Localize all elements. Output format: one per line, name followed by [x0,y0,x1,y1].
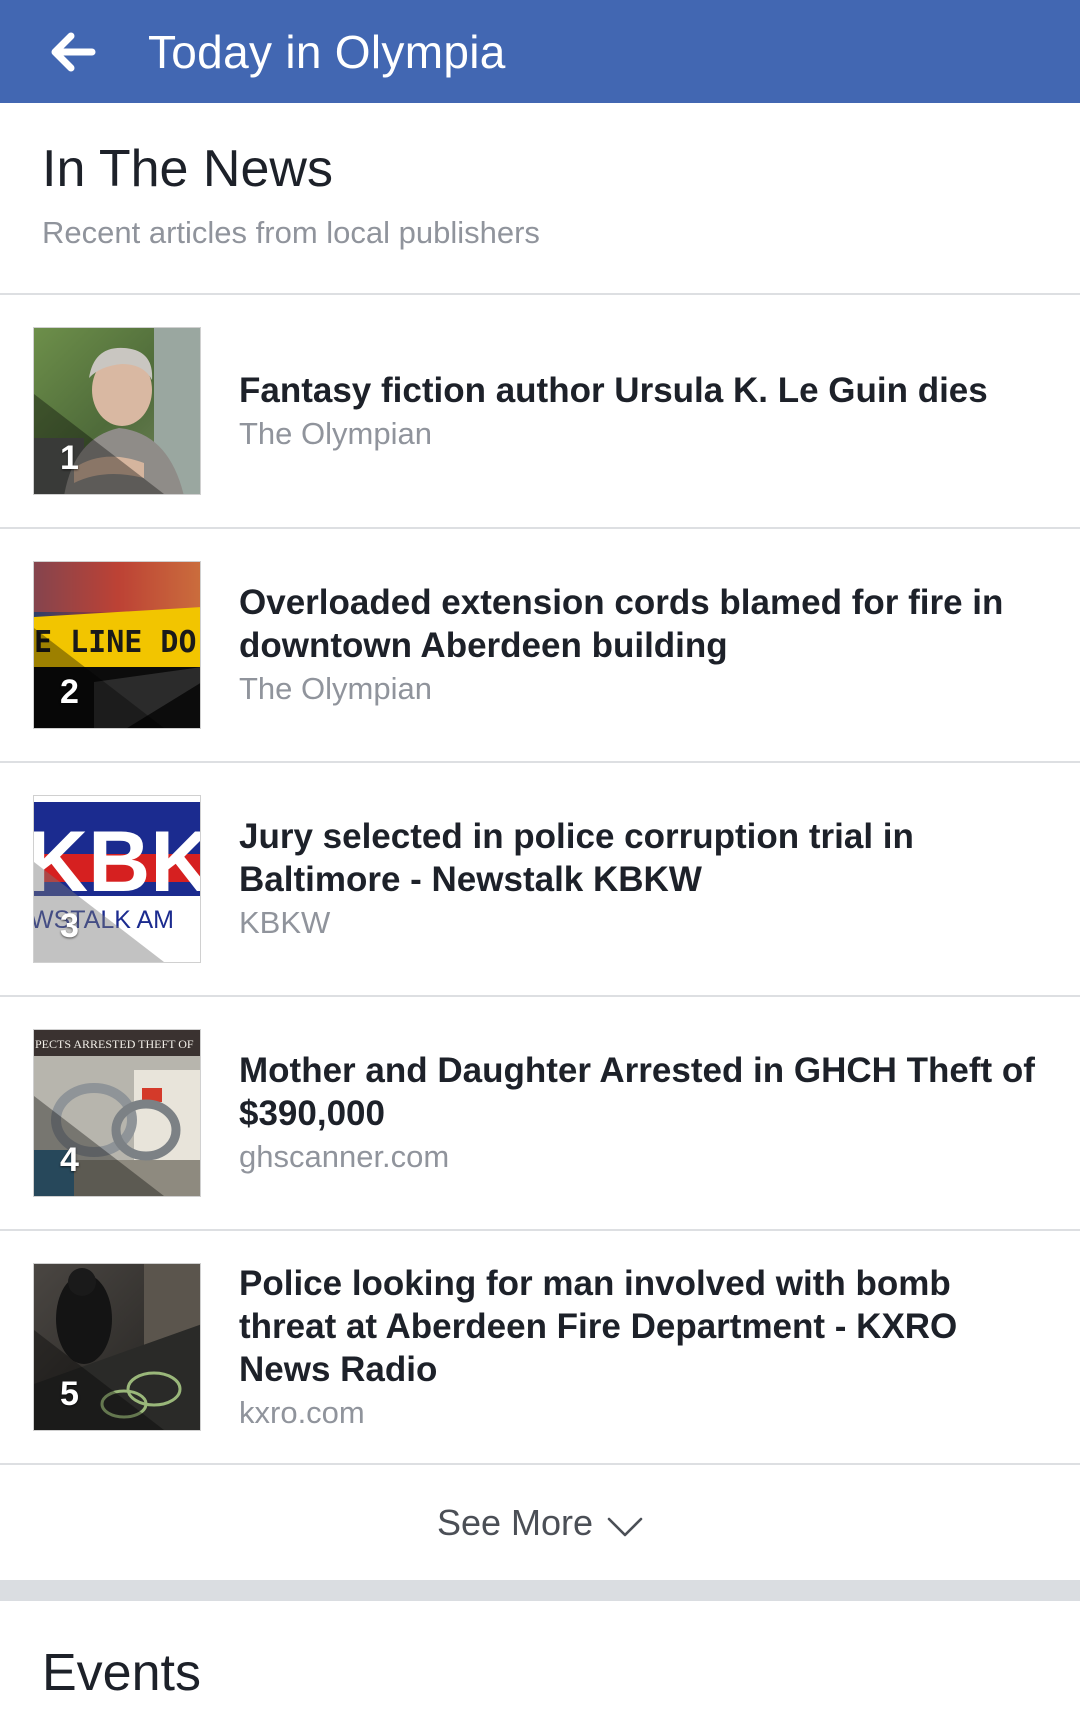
article-item[interactable]: E LINE DO NOT CR 2 Overloaded extension … [0,529,1080,763]
page-title: Today in Olympia [148,25,506,78]
rank-corner [34,394,164,494]
rank-corner [34,628,164,728]
article-title[interactable]: Fantasy fiction author Ursula K. Le Guin… [239,369,1056,412]
article-thumbnail: 5 [33,1263,201,1431]
news-section-header: In The News Recent articles from local p… [0,103,1080,295]
back-button[interactable] [0,0,148,103]
article-thumbnail: E LINE DO NOT CR 2 [33,561,201,729]
section-subtitle: Recent articles from local publishers [42,215,540,250]
article-item[interactable]: PECTS ARRESTED THEFT OF 4 Mother and Dau… [0,997,1080,1231]
article-list: 1 Fantasy fiction author Ursula K. Le Gu… [0,295,1080,1465]
article-item[interactable]: 5 Police looking for man involved with b… [0,1231,1080,1465]
article-text: Jury selected in police corruption trial… [239,763,1056,995]
article-source: The Olympian [239,671,432,706]
article-text: Police looking for man involved with bom… [239,1231,1056,1463]
article-source: KBKW [239,905,331,940]
arrow-left-icon [51,32,96,71]
article-text: Fantasy fiction author Ursula K. Le Guin… [239,295,1056,527]
see-more-button[interactable]: See More [0,1465,1080,1580]
chevron-down-icon [607,1517,643,1536]
events-title: Events [42,1644,201,1702]
article-thumbnail: PECTS ARRESTED THEFT OF 4 [33,1029,201,1197]
top-app-bar: Today in Olympia [0,0,1080,103]
events-section-header: Events [0,1601,1080,1709]
rank-number: 2 [60,673,79,711]
article-item[interactable]: KBKW WSTALK AM 3 Jury selected in police… [0,763,1080,997]
rank-corner [34,1330,164,1430]
article-item[interactable]: 1 Fantasy fiction author Ursula K. Le Gu… [0,295,1080,529]
rank-number: 4 [60,1141,79,1179]
article-title[interactable]: Mother and Daughter Arrested in GHCH The… [239,1049,1056,1135]
rank-corner [34,1096,164,1196]
article-title[interactable]: Police looking for man involved with bom… [239,1262,1056,1391]
article-source: ghscanner.com [239,1139,450,1174]
thumb-banner-text: PECTS ARRESTED THEFT OF [35,1037,194,1051]
article-source: The Olympian [239,415,432,451]
rank-number: 1 [60,439,79,477]
article-source: kxro.com [239,1394,365,1430]
article-text: Mother and Daughter Arrested in GHCH The… [239,997,1056,1229]
rank-number: 3 [60,907,79,945]
article-thumbnail: 1 [33,327,201,495]
see-more-label: See More [436,1501,594,1543]
section-divider [0,1580,1080,1601]
section-title: In The News [42,140,333,198]
article-title[interactable]: Jury selected in police corruption trial… [239,815,1056,901]
rank-corner [34,862,164,962]
article-title[interactable]: Overloaded extension cords blamed for fi… [239,581,1056,667]
article-thumbnail: KBKW WSTALK AM 3 [33,795,201,963]
rank-number: 5 [60,1375,79,1413]
article-text: Overloaded extension cords blamed for fi… [239,529,1056,761]
